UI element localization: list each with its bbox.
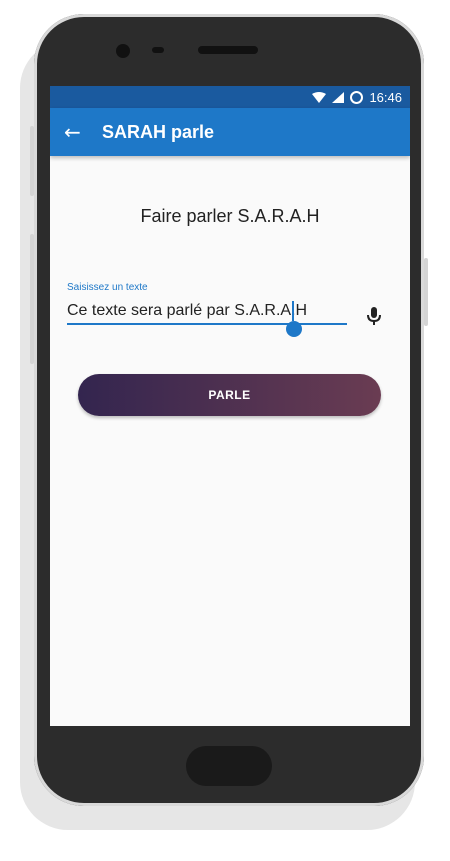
microphone-icon[interactable]: [365, 306, 383, 326]
earpiece: [198, 46, 258, 54]
home-button[interactable]: [186, 746, 272, 786]
speak-button[interactable]: PARLE: [78, 374, 381, 416]
text-input-container: [67, 299, 347, 325]
app-screen: 16:46 ← SARAH parle Faire parler S.A.R.A…: [50, 86, 410, 726]
app-title: SARAH parle: [102, 121, 215, 142]
wifi-icon: [312, 91, 327, 103]
side-button: [30, 126, 34, 196]
signal-icon: [332, 91, 345, 103]
status-bar: 16:46: [50, 86, 410, 108]
proximity-sensor: [152, 47, 164, 53]
text-cursor: [292, 301, 294, 321]
power-button: [424, 258, 428, 326]
app-bar: ← SARAH parle: [50, 108, 410, 156]
input-label: Saisissez un texte: [67, 282, 148, 293]
ring-icon: [350, 90, 364, 104]
cursor-handle[interactable]: [286, 321, 302, 337]
front-camera: [116, 44, 130, 58]
text-input[interactable]: [67, 299, 347, 325]
page-heading: Faire parler S.A.R.A.H: [140, 206, 320, 226]
status-time: 16:46: [369, 89, 402, 105]
side-button: [30, 234, 34, 364]
arrow-left-icon[interactable]: ←: [64, 108, 88, 156]
